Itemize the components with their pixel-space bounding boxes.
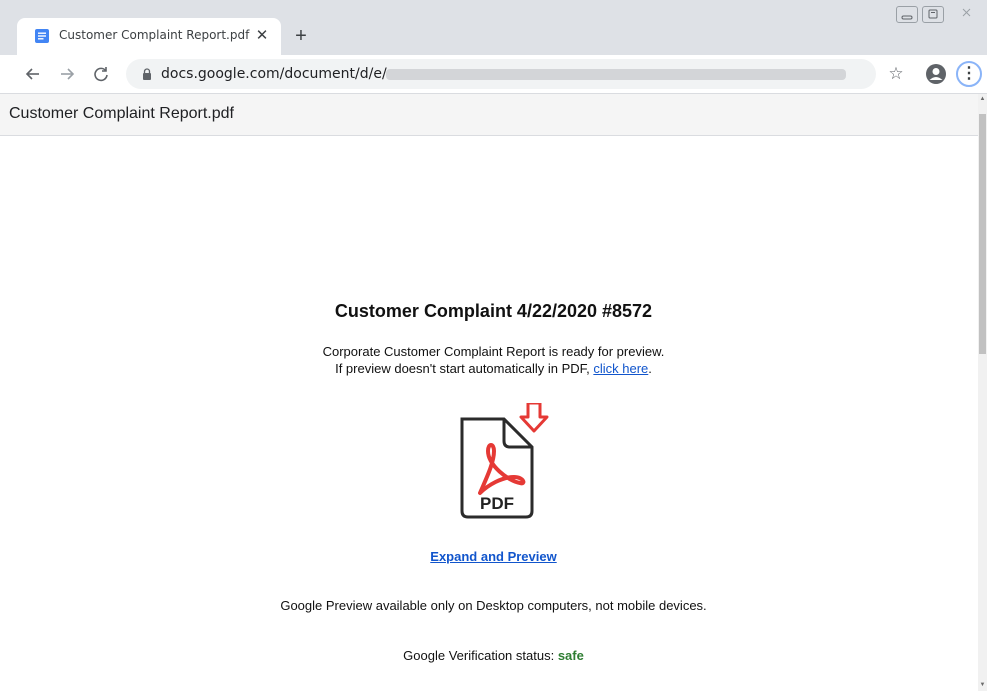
verification-status-line: Google Verification status: safe xyxy=(0,648,987,663)
pdf-icon-label: PDF xyxy=(480,494,514,513)
complaint-heading: Customer Complaint 4/22/2020 #8572 xyxy=(334,301,653,321)
preview-instructions: If preview doesn't start automatically i… xyxy=(0,361,987,376)
back-arrow-icon xyxy=(25,68,39,80)
reload-icon xyxy=(94,67,108,82)
scroll-up-icon[interactable]: ▲ xyxy=(978,94,987,104)
url-text: docs.google.com/document/d/e/ xyxy=(161,66,387,82)
expand-and-preview-link[interactable]: Expand and Preview xyxy=(0,549,987,564)
browser-menu-button[interactable]: ⋮ xyxy=(956,61,982,87)
document-title-bar: Customer Complaint Report.pdf xyxy=(0,94,978,136)
desktop-note: Google Preview available only on Desktop… xyxy=(280,598,707,613)
lock-icon xyxy=(143,68,151,80)
document-content: Customer Complaint 4/22/2020 #8572 Corpo… xyxy=(0,136,978,691)
browser-tab-strip: Customer Complaint Report.pdf ✕ + xyxy=(0,0,987,55)
tab-title: Customer Complaint Report.pdf xyxy=(59,28,250,42)
minimize-icon xyxy=(901,15,913,20)
minimize-button[interactable] xyxy=(896,6,918,23)
document-title: Customer Complaint Report.pdf xyxy=(9,105,234,122)
back-button[interactable] xyxy=(22,63,44,85)
scroll-down-icon[interactable]: ▼ xyxy=(978,680,987,690)
forward-button[interactable] xyxy=(56,63,78,85)
google-docs-icon xyxy=(35,29,49,43)
new-tab-button[interactable]: + xyxy=(289,25,313,49)
forward-arrow-icon xyxy=(61,68,75,80)
preview-instructions-text: If preview doesn't start automatically i… xyxy=(335,361,594,376)
close-tab-icon[interactable]: ✕ xyxy=(252,26,272,46)
ready-message: Corporate Customer Complaint Report is r… xyxy=(322,344,665,359)
verification-label: Google Verification status: xyxy=(403,648,558,663)
verification-status-badge: safe xyxy=(557,648,584,663)
address-bar[interactable]: docs.google.com/document/d/e/ xyxy=(126,59,876,89)
browser-tab[interactable]: Customer Complaint Report.pdf ✕ xyxy=(17,18,281,55)
close-window-icon xyxy=(962,8,971,17)
pdf-download-icon[interactable]: PDF xyxy=(450,403,550,523)
close-window-button[interactable] xyxy=(956,6,978,23)
profile-icon[interactable] xyxy=(925,63,947,85)
click-here-link[interactable]: click here xyxy=(593,361,648,376)
maximize-icon xyxy=(928,9,938,19)
maximize-button[interactable] xyxy=(922,6,944,23)
bookmark-star-icon[interactable]: ☆ xyxy=(885,63,907,85)
reload-button[interactable] xyxy=(90,63,112,85)
preview-instructions-suffix: . xyxy=(648,361,652,376)
url-redacted-segment xyxy=(386,69,846,80)
browser-toolbar: docs.google.com/document/d/e/ xyxy=(0,55,987,94)
